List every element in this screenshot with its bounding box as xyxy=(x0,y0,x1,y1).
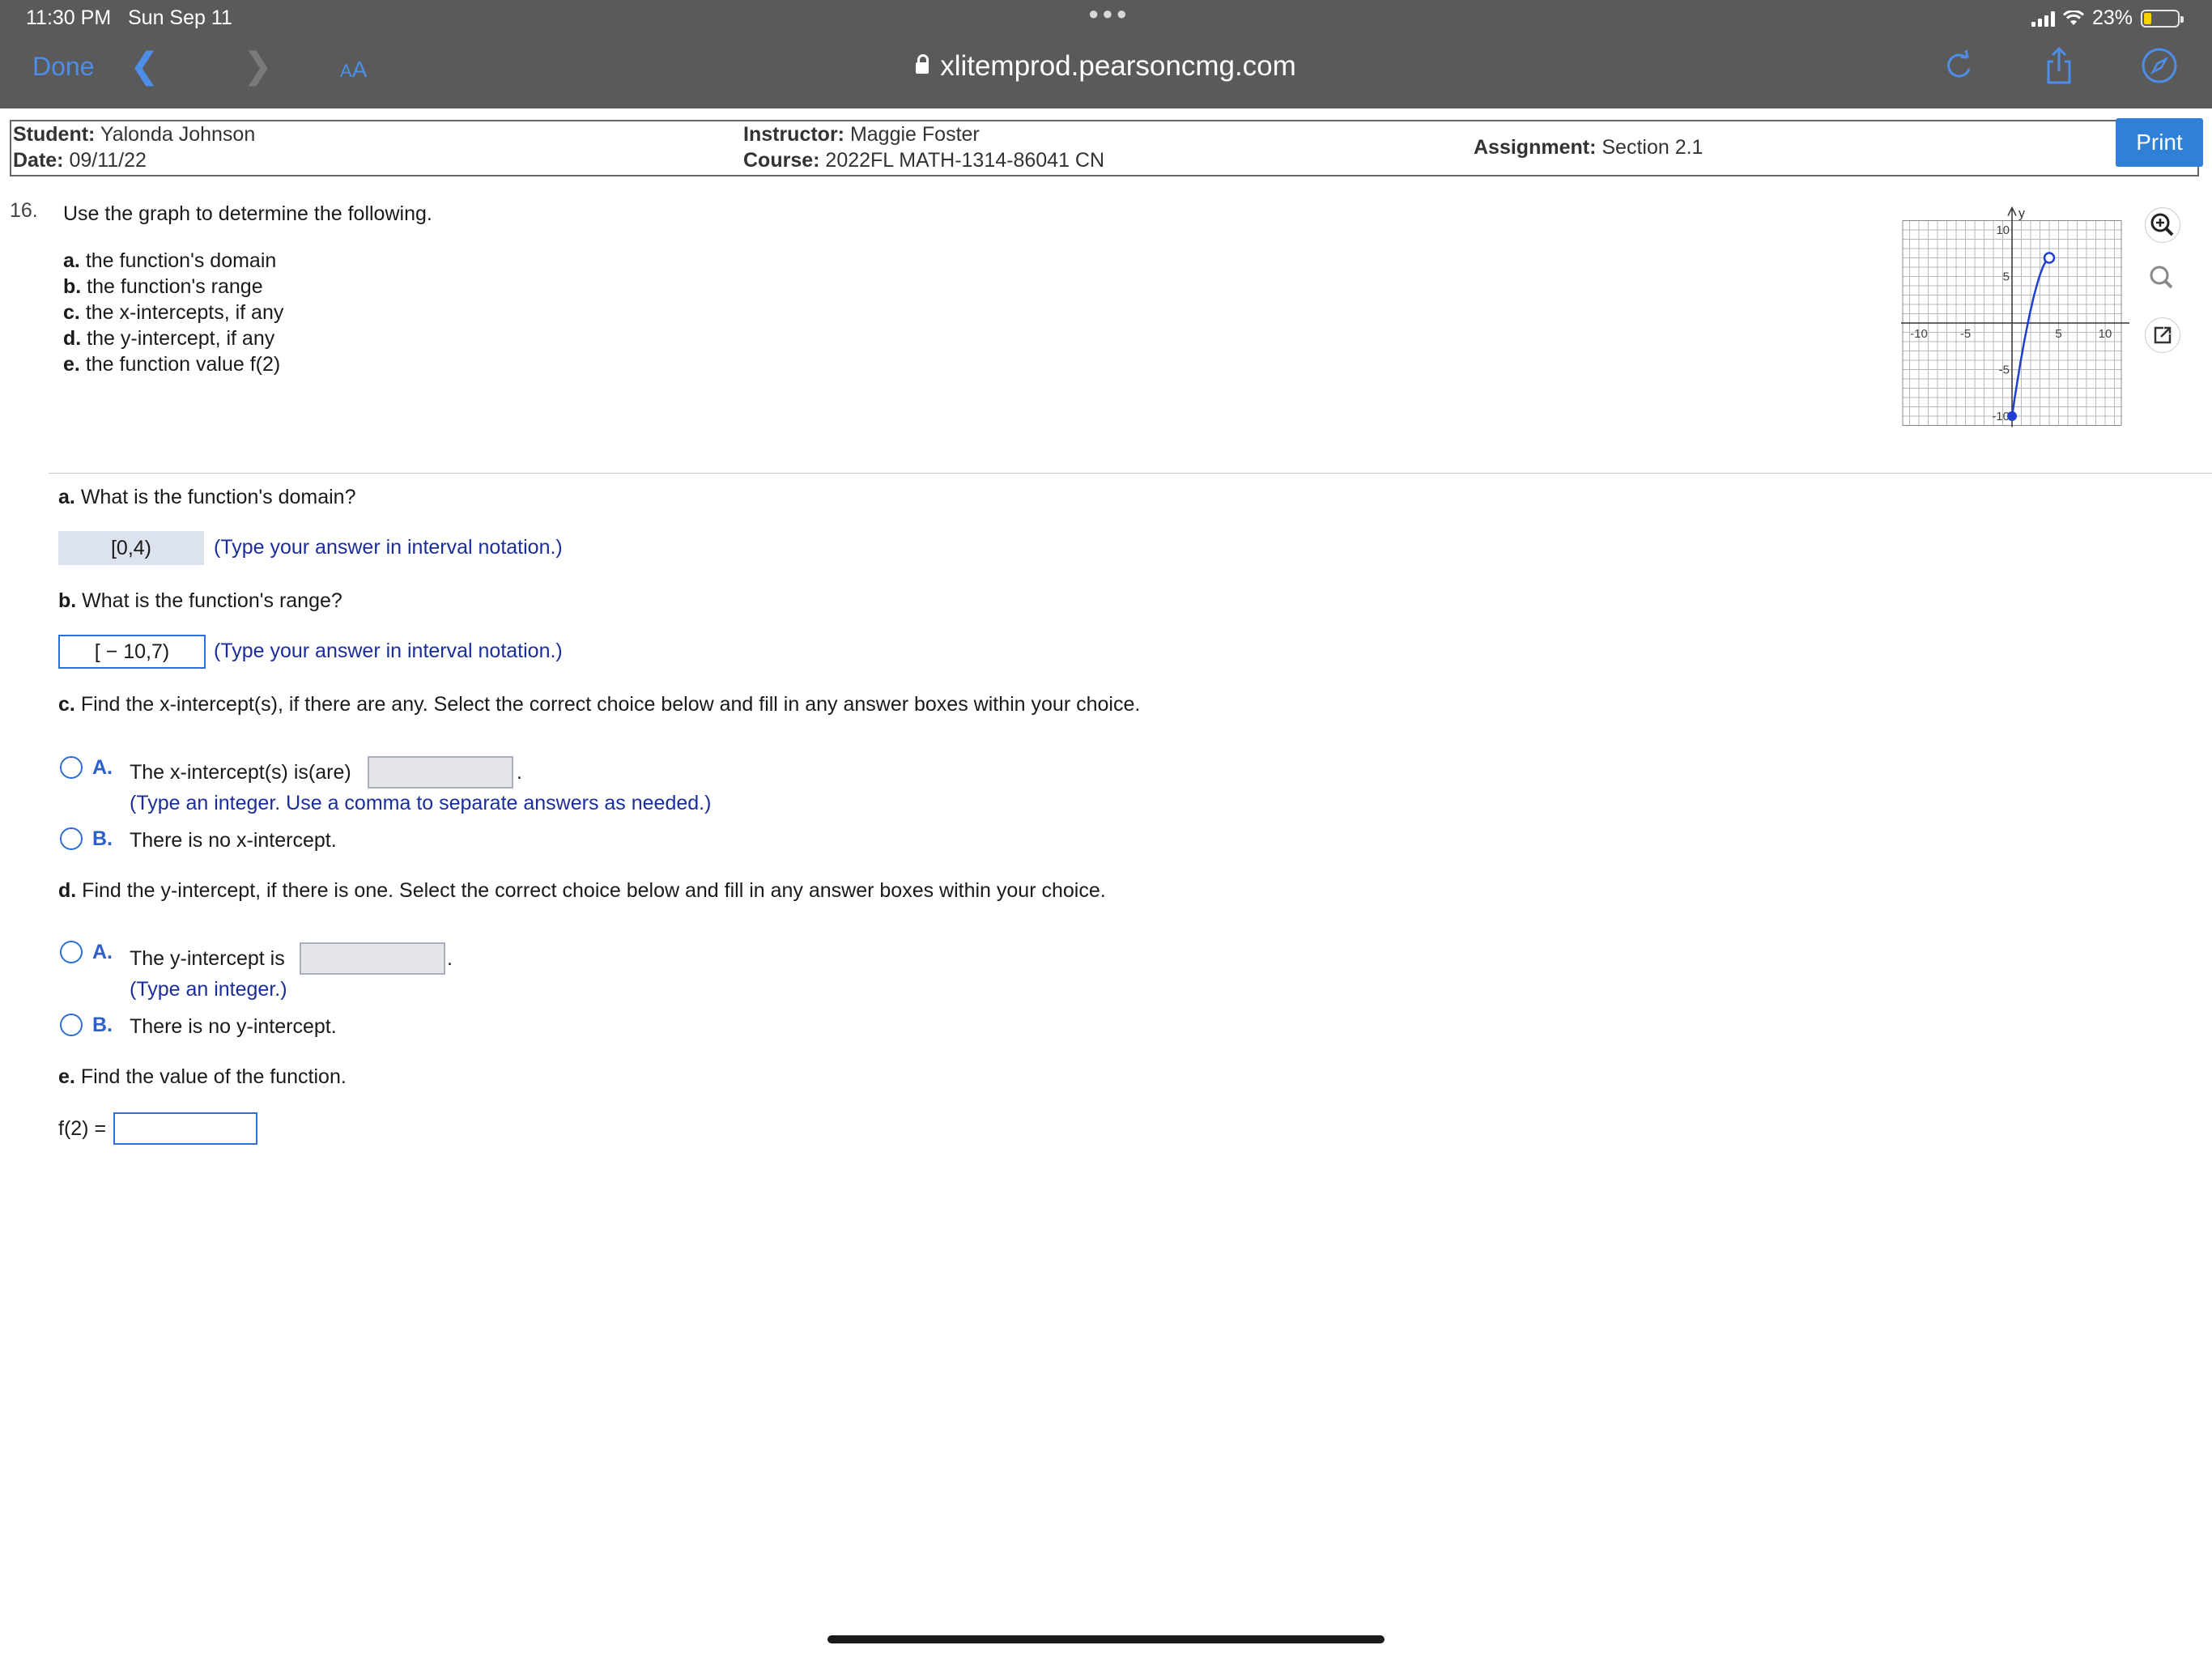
y-intercept-option-a-letter: A. xyxy=(92,941,113,963)
zoom-out-icon xyxy=(2150,266,2173,289)
x-intercept-option-a-letter: A. xyxy=(92,756,113,779)
zoom-out-button[interactable] xyxy=(2145,261,2180,296)
multitasking-dots-icon[interactable]: ●●● xyxy=(1088,3,1130,24)
lock-icon xyxy=(916,54,929,74)
home-indicator xyxy=(827,1635,1385,1643)
popout-button[interactable] xyxy=(2145,317,2180,353)
part-d-question: d. Find the y-intercept, if there is one… xyxy=(58,879,1106,902)
assignment-info: Assignment: Section 2.1 xyxy=(1474,136,1704,159)
x-intercept-option-b-text: There is no x-intercept. xyxy=(130,829,337,852)
browser-chrome: 11:30 PM Sun Sep 11 ●●● 23% Done ❮ ❯ AAA… xyxy=(0,0,2212,108)
compass-icon[interactable] xyxy=(2141,47,2178,84)
wifi-icon xyxy=(2062,10,2084,25)
x-tick-label: 5 xyxy=(2055,327,2061,341)
y-axis-label: y xyxy=(2018,207,2025,221)
part-b-hint: (Type your answer in interval notation.) xyxy=(214,640,563,662)
question-item-d: d. the y-intercept, if any xyxy=(63,327,275,350)
question-item-b: b. the function's range xyxy=(63,275,263,298)
section-divider xyxy=(49,473,2212,474)
x-intercept-period: . xyxy=(517,761,522,784)
y-tick-label: -5 xyxy=(1999,363,2010,377)
function-value-answer-box[interactable] xyxy=(113,1112,257,1145)
battery-percent: 23% xyxy=(2091,6,2133,29)
range-answer-box[interactable]: [ − 10,7) xyxy=(58,635,206,669)
url-text: xlitemprod.pearsoncmg.com xyxy=(940,50,1296,82)
x-tick-label: 10 xyxy=(2099,327,2112,341)
y-intercept-option-a-hint: (Type an integer.) xyxy=(130,978,287,1001)
share-icon[interactable] xyxy=(2040,47,2078,84)
address-bar[interactable]: xlitemprod.pearsoncmg.com xyxy=(0,50,2212,83)
x-intercept-option-a-text: The x-intercept(s) is(are) xyxy=(130,761,351,784)
part-e-question: e. Find the value of the function. xyxy=(58,1065,347,1088)
question-number: 16. xyxy=(10,199,38,222)
function-value-label: f(2) = xyxy=(58,1117,107,1140)
y-intercept-option-b-radio[interactable] xyxy=(60,1014,83,1036)
part-b-question: b. What is the function's range? xyxy=(58,589,342,612)
reload-icon[interactable] xyxy=(1940,47,1977,84)
y-tick-label: 10 xyxy=(1996,223,2010,237)
x-intercept-option-b-letter: B. xyxy=(92,827,113,850)
part-c-question: c. Find the x-intercept(s), if there are… xyxy=(58,693,1141,716)
battery-icon xyxy=(2141,9,2184,28)
course-info: Instructor: Maggie Foster Course: 2022FL… xyxy=(743,123,1105,172)
zoom-in-button[interactable] xyxy=(2145,207,2180,243)
x-tick-label: -10 xyxy=(1910,327,1928,341)
y-intercept-option-b-text: There is no y-intercept. xyxy=(130,1015,337,1038)
x-intercept-answer-box[interactable] xyxy=(368,756,513,789)
status-indicators: 23% xyxy=(2031,6,2184,30)
domain-answer-box[interactable]: [0,4) xyxy=(58,531,204,565)
y-intercept-period: . xyxy=(447,947,453,970)
question-item-e: e. the function value f(2) xyxy=(63,353,281,376)
part-a-question: a. What is the function's domain? xyxy=(58,486,356,508)
external-link-icon xyxy=(2154,326,2172,344)
print-button[interactable]: Print xyxy=(2116,118,2203,167)
function-graph[interactable]: -10-5510105-5-10 y x xyxy=(1895,204,2129,431)
x-intercept-option-b-radio[interactable] xyxy=(60,827,83,850)
open-endpoint xyxy=(2043,252,2056,264)
status-time: 11:30 PM Sun Sep 11 xyxy=(26,6,232,29)
student-info: Student: Yalonda Johnson Date: 09/11/22 xyxy=(13,123,256,172)
y-intercept-answer-box[interactable] xyxy=(300,942,445,975)
question-item-a: a. the function's domain xyxy=(63,249,277,272)
assignment-header: Student: Yalonda Johnson Date: 09/11/22 … xyxy=(10,120,2199,176)
x-intercept-option-a-radio[interactable] xyxy=(60,756,83,779)
battery-level xyxy=(2144,12,2152,24)
x-intercept-option-a-hint: (Type an integer. Use a comma to separat… xyxy=(130,792,712,814)
y-intercept-option-a-radio[interactable] xyxy=(60,941,83,963)
zoom-in-icon xyxy=(2150,213,2174,236)
x-tick-label: -5 xyxy=(1960,327,1971,341)
question-item-c: c. the x-intercepts, if any xyxy=(63,301,284,324)
question-prompt: Use the graph to determine the following… xyxy=(63,202,432,225)
y-intercept-option-b-letter: B. xyxy=(92,1014,113,1036)
y-tick-label: 5 xyxy=(2003,270,2010,284)
signal-icon xyxy=(2031,11,2055,27)
y-intercept-option-a-text: The y-intercept is xyxy=(130,947,285,970)
y-tick-label: -10 xyxy=(1992,410,2010,423)
part-a-hint: (Type your answer in interval notation.) xyxy=(214,536,563,559)
closed-endpoint xyxy=(2007,411,2017,421)
